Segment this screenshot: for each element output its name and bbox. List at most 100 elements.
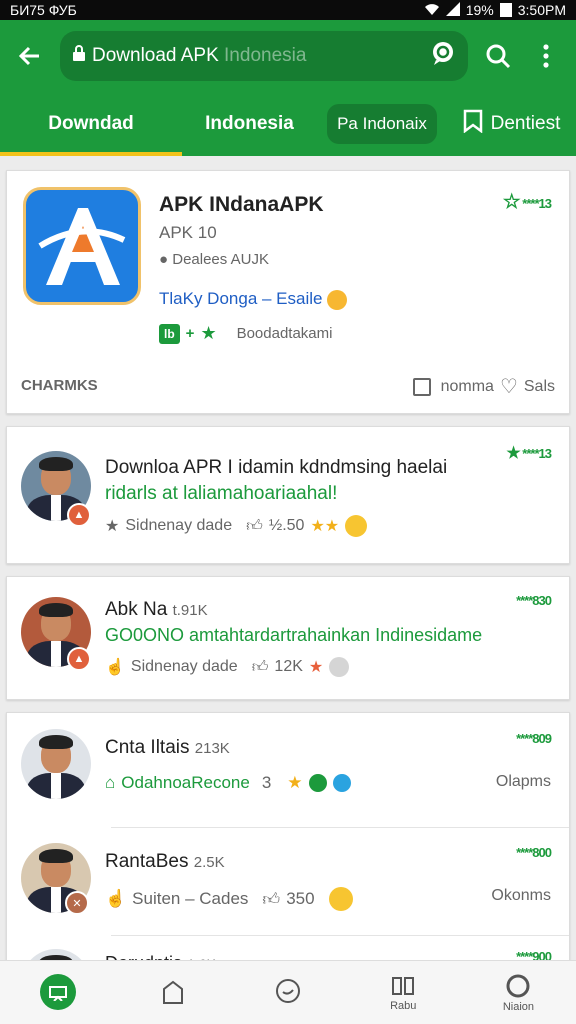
tab-dentiest[interactable]: Dentiest	[447, 92, 576, 156]
twitter-icon	[332, 774, 351, 792]
user-name: RantaBes	[105, 851, 189, 872]
post-likes: 12K	[274, 658, 303, 675]
signal-icon	[445, 1, 460, 19]
category-badge: lb	[159, 323, 180, 344]
post-count: ½.50	[268, 517, 305, 534]
featured-app-card[interactable]: APK INdanaAPK APK 10 ● Dealees AUJK TlaK…	[6, 170, 570, 414]
post-author: Abk Na	[105, 599, 168, 620]
nav-library[interactable]: Rabu	[346, 961, 461, 1024]
battery-percent: 19%	[465, 2, 494, 18]
chat-bubble-icon[interactable]	[430, 40, 456, 72]
app-version: APK 10	[159, 223, 217, 242]
user-rating: ****800	[516, 845, 552, 860]
user-sub: OdahnoaRecone	[121, 773, 250, 792]
section-label: CHARMKS	[21, 377, 98, 394]
thumbs-up-icon[interactable]: 👍︎	[262, 889, 280, 910]
nav-profile[interactable]: Niaion	[461, 961, 576, 1024]
smile-emoji-icon	[327, 289, 348, 310]
verified-badge-icon: ✕	[65, 891, 89, 915]
star-pin-icon: ★	[506, 445, 520, 462]
post-card[interactable]: ▲ Downloa APR I idamin kdndmsing haelai …	[6, 426, 570, 564]
search-icon[interactable]	[480, 38, 516, 74]
post-count: t.91K	[172, 602, 208, 619]
book-icon	[392, 976, 415, 995]
bottom-nav: Rabu Niaion	[0, 960, 576, 1024]
user-rating: ****809	[516, 731, 552, 746]
nav-messages[interactable]	[230, 961, 345, 1024]
post-meta: Sidnenay dade	[125, 517, 233, 534]
plus-icon: +	[185, 325, 195, 342]
app-tagline: TlaKy Donga – Esaile	[159, 289, 323, 308]
app-rating: ****13	[522, 196, 552, 211]
list-item[interactable]: RantaBes 2.5K	[105, 851, 225, 873]
home-icon	[39, 973, 76, 1010]
status-bar: БИ75 ФУБ 19% 3:50PM	[0, 0, 576, 20]
verified-badge-icon: ▲	[67, 647, 91, 671]
thumbs-up-icon[interactable]: 👍︎	[252, 658, 269, 677]
user-name: Cnta Iltais	[105, 737, 190, 758]
tab-indonaix[interactable]: Pa Indonaix	[317, 92, 447, 156]
more-options-icon[interactable]	[528, 38, 564, 74]
smile-emoji-icon	[345, 515, 368, 537]
post-rating: ****13	[522, 446, 552, 461]
thumbs-up-icon[interactable]: 👍︎	[246, 517, 263, 536]
nav-profile-label: Niaion	[502, 1000, 534, 1013]
app-developer: Dealees AUJK	[172, 251, 269, 268]
divider	[111, 935, 569, 936]
action-sals[interactable]: Sals	[524, 378, 555, 396]
nav-library-label: Rabu	[390, 999, 417, 1012]
star-outline-icon: ☆	[502, 191, 521, 213]
post-body: GO0ONO amtahtardartrahainkan Indinesidam…	[105, 625, 483, 645]
post-subtitle: ridarls at laliamahoariaahal!	[105, 483, 338, 504]
circle-icon	[506, 974, 530, 997]
tab-dentiest-label: Dentiest	[490, 113, 561, 134]
hand-icon: ☝	[105, 889, 127, 908]
search-text: Download APK	[92, 45, 219, 66]
clock: 3:50PM	[517, 2, 566, 18]
green-circle-icon	[308, 774, 327, 792]
smile-emoji-icon	[328, 887, 353, 911]
nav-home[interactable]	[0, 961, 115, 1024]
tab-indonesia[interactable]: Indonesia	[182, 92, 317, 156]
app-meta: Boodadtakami	[236, 325, 333, 342]
star-icon: ★	[105, 518, 120, 535]
user-side: Okonms	[491, 887, 551, 904]
post-card[interactable]: ▲ Abk Na t.91K GO0ONO amtahtardartrahain…	[6, 576, 570, 700]
star-icon: ★	[308, 659, 324, 676]
user-count: 213K	[194, 740, 230, 757]
checkbox-icon[interactable]	[412, 377, 431, 396]
post-meta: Sidnenay dade	[130, 658, 238, 675]
post-rating: ****830	[516, 593, 552, 608]
back-arrow-icon[interactable]	[12, 38, 48, 74]
avatar	[21, 729, 91, 799]
battery-icon	[499, 3, 512, 17]
nav-explore[interactable]	[115, 961, 230, 1024]
user-count: 2.5K	[193, 854, 225, 871]
status-carrier: БИ75 ФУБ	[10, 2, 77, 18]
tab-download[interactable]: Downdad	[0, 92, 182, 156]
post-title: Downloa APR I idamin kdndmsing haelai	[105, 457, 448, 478]
house-icon	[162, 980, 183, 1004]
tab-bar: Downdad Indonesia Pa Indonaix Dentiest	[0, 92, 576, 156]
tab-indonaix-label: Pa Indonaix	[327, 104, 437, 144]
app-bar: Download APK Indonesia	[0, 20, 576, 92]
star-icon: ★	[287, 773, 303, 792]
hand-icon: ☝	[105, 659, 125, 676]
user-num: 350	[286, 889, 315, 908]
user-sub: Suiten – Cades	[132, 889, 249, 908]
app-logo-icon	[23, 187, 141, 305]
bookmark-icon	[463, 109, 483, 139]
list-item[interactable]: Cnta Iltais 213K	[105, 737, 230, 759]
chat-icon	[276, 978, 300, 1003]
heart-icon[interactable]: ♡	[500, 374, 518, 399]
search-input[interactable]: Download APK Indonesia	[60, 31, 468, 81]
wifi-icon	[424, 2, 440, 19]
search-hint: Indonesia	[218, 45, 307, 66]
home-outline-icon: ⌂	[105, 773, 116, 792]
user-side: Olapms	[495, 773, 551, 790]
app-title: APK INdanaAPK	[159, 193, 324, 216]
verified-badge-icon: ▲	[67, 503, 91, 527]
action-nomma[interactable]: nomma	[441, 378, 494, 396]
divider	[111, 827, 569, 828]
star-icon: ★	[200, 323, 217, 343]
